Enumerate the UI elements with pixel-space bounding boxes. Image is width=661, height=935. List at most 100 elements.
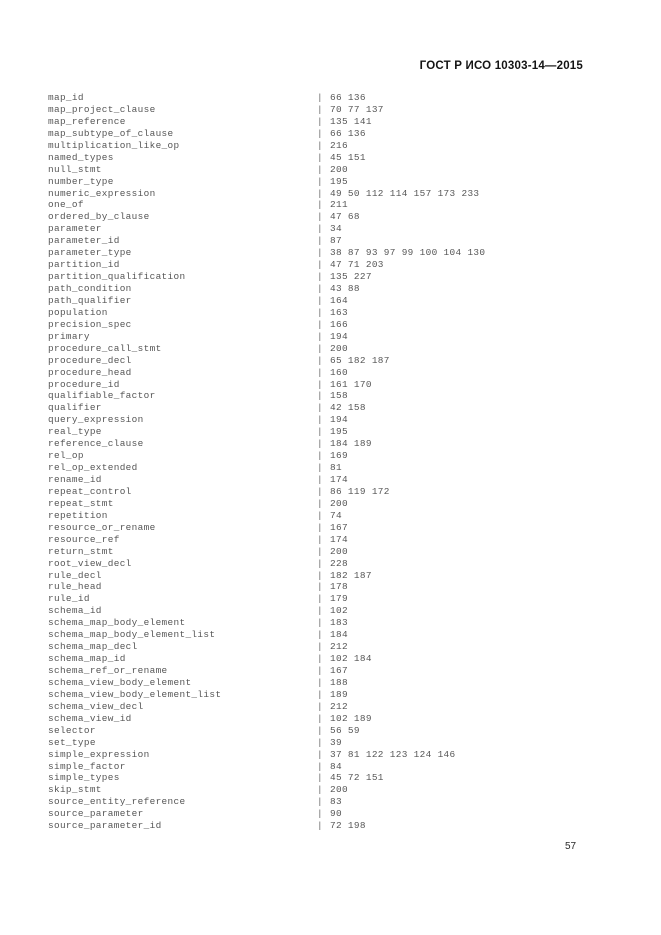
index-entry-term: precision_spec xyxy=(48,318,132,330)
index-entry-separator: | xyxy=(317,700,323,712)
index-entry-pages: 87 xyxy=(330,235,342,247)
index-entry-term: procedure_decl xyxy=(48,354,132,366)
index-entry-pages: 72 198 xyxy=(330,820,366,832)
index-entry-separator: | xyxy=(317,497,323,509)
index-entry-pages: 194 xyxy=(330,330,348,342)
index-entry-separator: | xyxy=(317,521,323,533)
index-entry: parameter_type | 38 87 93 97 99 100 104 13… xyxy=(48,247,608,259)
index-entry-separator: | xyxy=(317,330,323,342)
index-entry-term: map_project_clause xyxy=(48,103,156,115)
index-entry: parameter | 34 xyxy=(48,223,608,235)
index-entry-term: procedure_call_stmt xyxy=(48,342,162,354)
index-entry: parameter_id | 87 xyxy=(48,235,608,247)
index-entry: path_qualifier | 164 xyxy=(48,295,608,307)
index-entry-pages: 135 227 xyxy=(330,271,372,283)
index-entry-term: repeat_stmt xyxy=(48,497,114,509)
index-entry: rule_id | 179 xyxy=(48,593,608,605)
index-entry: partition_qualification | 135 227 xyxy=(48,271,608,283)
index-entry-separator: | xyxy=(317,294,323,306)
index-entry-pages: 200 xyxy=(330,497,348,509)
index-entry-pages: 179 xyxy=(330,593,348,605)
index-entry-separator: | xyxy=(317,390,323,402)
index-entry-pages: 39 xyxy=(330,736,342,748)
index-entry-pages: 102 xyxy=(330,605,348,617)
index-entry-separator: | xyxy=(317,665,323,676)
index-entry: repeat_stmt | 200 xyxy=(48,498,608,510)
index-entry: query_expression | 194 xyxy=(48,414,608,426)
index-entry: population | 163 xyxy=(48,307,608,319)
index-entry-separator: | xyxy=(317,271,323,283)
index-entry: selector | 56 59 xyxy=(48,725,608,737)
index-entry-term: simple_types xyxy=(48,772,120,784)
index-entry-pages: 212 xyxy=(330,641,348,653)
index-entry: schema_ref_or_rename | 167 xyxy=(48,665,608,677)
index-entry-pages: 161 170 xyxy=(330,378,372,390)
index-entry-pages: 83 xyxy=(330,796,342,808)
index-entry-separator: | xyxy=(317,306,323,318)
index-entry-term: simple_factor xyxy=(48,760,126,772)
index-entry-term: return_stmt xyxy=(48,545,114,557)
index-entry-separator: | xyxy=(317,509,323,521)
index-entry: set_type | 39 xyxy=(48,737,608,749)
index-entry-term: schema_view_id xyxy=(48,712,132,724)
index-entry-pages: 174 xyxy=(330,533,348,545)
index-entry: schema_map_body_element_list | 184 xyxy=(48,629,608,641)
index-entry-term: multiplication_like_op xyxy=(48,139,180,151)
index-entry: simple_expression | 37 81 122 123 124 146 xyxy=(48,749,608,761)
index-entry-pages: 158 xyxy=(330,390,348,402)
index-entry-separator: | xyxy=(317,211,323,223)
index-entry: primary | 194 xyxy=(48,331,608,343)
index-entry-term: procedure_id xyxy=(48,378,120,390)
index-entry-separator: | xyxy=(317,820,323,832)
index-entry-pages: 184 xyxy=(330,629,348,641)
index-entry: map_subtype_of_clause | 66 136 xyxy=(48,128,608,140)
index-entry-pages: 189 xyxy=(330,688,348,700)
index-entry-separator: | xyxy=(317,796,323,808)
index-entry-pages: 216 xyxy=(330,139,348,151)
index-entry-separator: | xyxy=(317,426,323,438)
index-entry: number_type | 195 xyxy=(48,176,608,188)
index-entry-term: schema_map_body_element xyxy=(48,617,186,629)
index-entry: schema_map_id | 102 184 xyxy=(48,653,608,665)
index-entry-pages: 212 xyxy=(330,700,348,712)
index-entry-pages: 86 119 172 xyxy=(330,485,390,497)
index-entry-separator: | xyxy=(317,474,323,485)
index-entry-pages: 70 77 137 xyxy=(330,103,384,115)
index-entry-term: resource_ref xyxy=(48,533,120,545)
index-entry-pages: 43 88 xyxy=(330,283,360,294)
index-entry-pages: 135 141 xyxy=(330,115,372,127)
index-entry: procedure_head | 160 xyxy=(48,367,608,379)
index-entry-separator: | xyxy=(317,450,323,462)
index-entry-pages: 169 xyxy=(330,450,348,462)
index-entry-pages: 182 187 xyxy=(330,569,372,581)
index-entry: source_parameter | 90 xyxy=(48,808,608,820)
index-entry-term: real_type xyxy=(48,426,102,438)
index-entry-term: procedure_head xyxy=(48,366,132,378)
index-entry: schema_map_body_element | 183 xyxy=(48,617,608,629)
index-entry-separator: | xyxy=(317,354,323,366)
index-entry-separator: | xyxy=(317,653,323,665)
index-entry-term: repetition xyxy=(48,509,108,521)
index-entry: map_id | 66 136 xyxy=(48,92,608,104)
index-entry-term: set_type xyxy=(48,736,96,748)
index-entry-term: named_types xyxy=(48,151,114,163)
index-entry-pages: 66 136 xyxy=(330,127,366,139)
index-entry: resource_or_rename | 167 xyxy=(48,522,608,534)
index-entry: named_types | 45 151 xyxy=(48,152,608,164)
index-entry: simple_types | 45 72 151 xyxy=(48,772,608,784)
index-entry-term: ordered_by_clause xyxy=(48,211,150,223)
index-entry-separator: | xyxy=(317,784,323,796)
index-entry-separator: | xyxy=(317,629,323,641)
index-entry-separator: | xyxy=(317,199,323,211)
index-entry-separator: | xyxy=(317,247,323,259)
index-entry-pages: 184 189 xyxy=(330,438,372,450)
index-entry-pages: 188 xyxy=(330,676,348,688)
index-entry-pages: 163 xyxy=(330,306,348,318)
index-entry-separator: | xyxy=(317,223,323,235)
index-entry-separator: | xyxy=(317,676,323,688)
index-entry-pages: 195 xyxy=(330,426,348,438)
index-entry: source_entity_reference | 83 xyxy=(48,796,608,808)
index-entry-pages: 194 xyxy=(330,414,348,426)
index-entry-separator: | xyxy=(317,414,323,426)
index-entry-pages: 37 81 122 123 124 146 xyxy=(330,748,456,760)
